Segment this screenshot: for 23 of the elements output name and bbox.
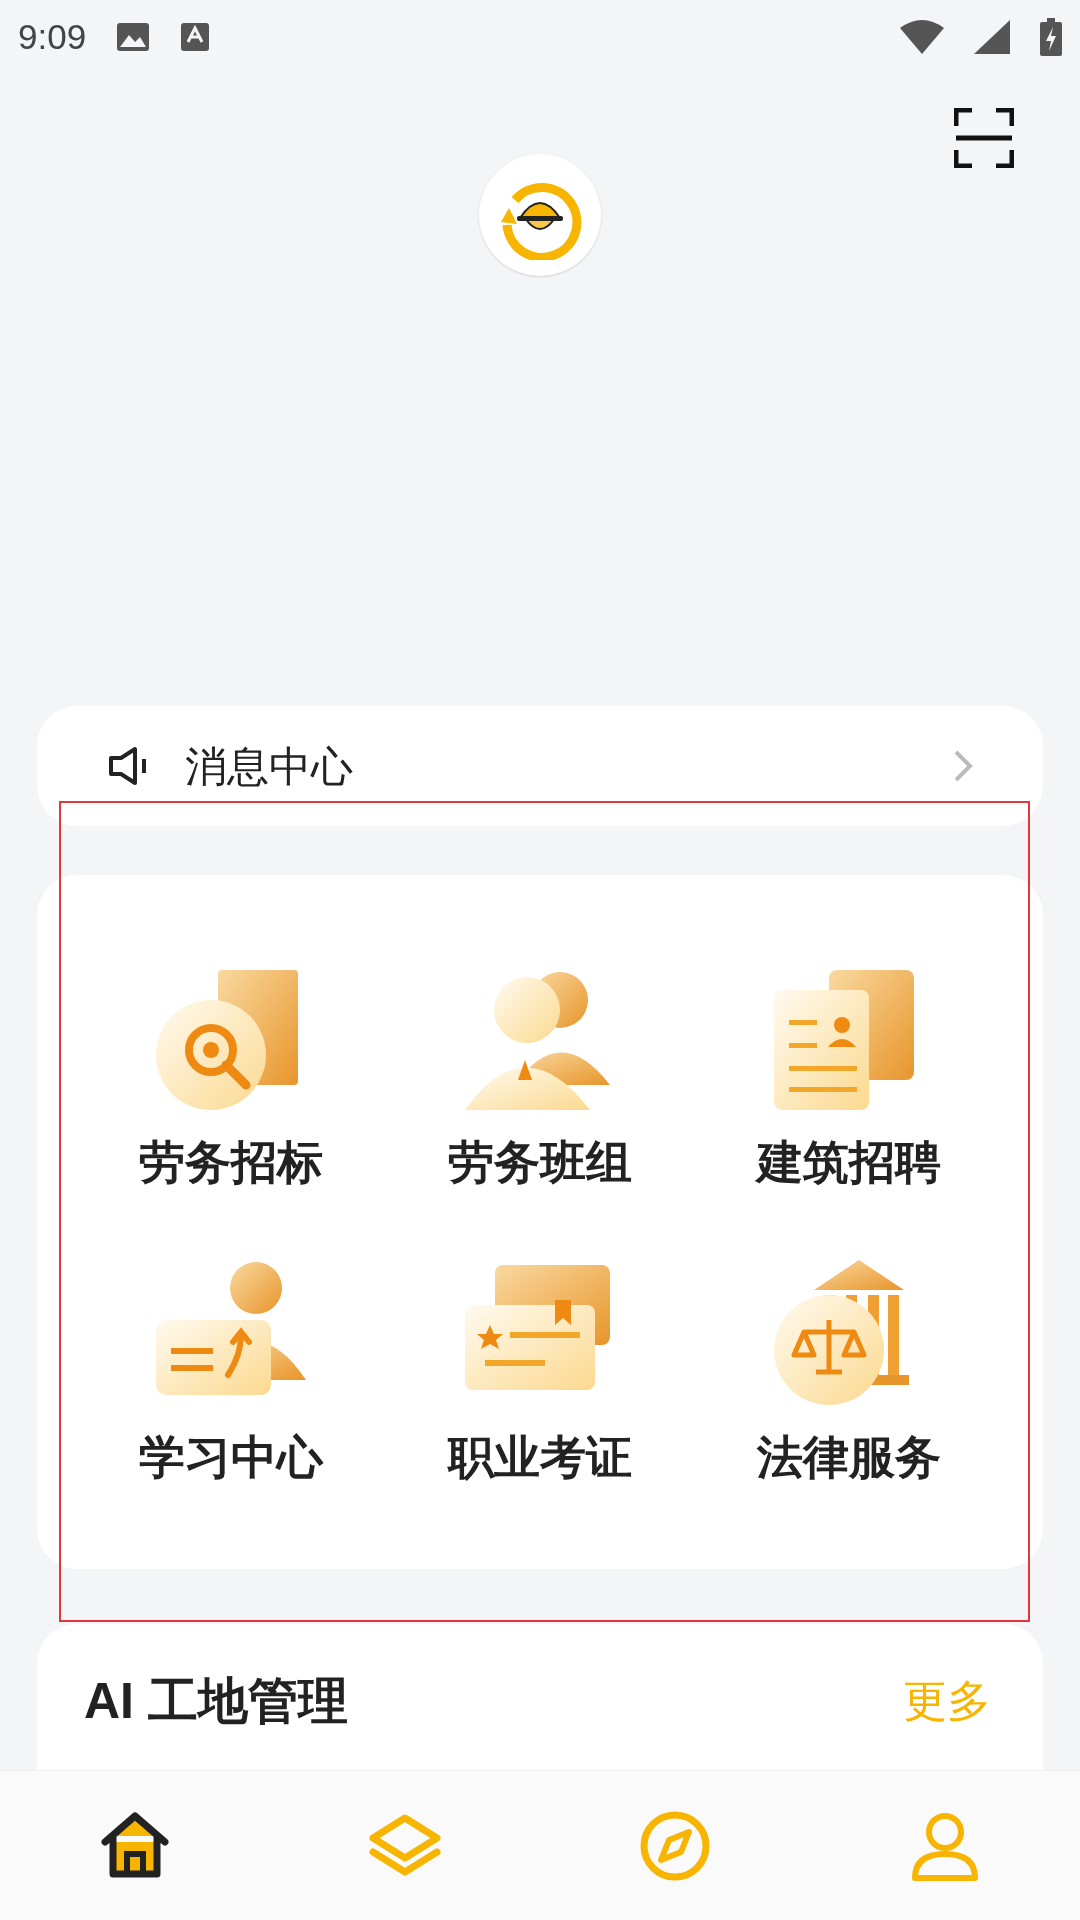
service-label: 法律服务 <box>756 1429 941 1485</box>
keyboard-icon <box>180 22 211 52</box>
service-label: 学习中心 <box>139 1429 324 1485</box>
chevron-right-icon <box>953 749 973 783</box>
service-item[interactable]: 职业考证 <box>385 1259 695 1509</box>
wifi-icon <box>900 20 944 54</box>
battery-icon <box>1040 18 1062 56</box>
service-item[interactable]: 劳务班组 <box>385 965 695 1215</box>
scan-icon[interactable] <box>954 108 1014 168</box>
status-time: 9:09 <box>18 15 87 58</box>
section-title: AI 工地管理 <box>84 1672 348 1731</box>
service-label: 职业考证 <box>448 1429 632 1485</box>
service-item[interactable]: 建筑招聘 <box>694 965 1003 1215</box>
service-item[interactable]: 法律服务 <box>694 1259 1003 1509</box>
service-label: 劳务招标 <box>139 1135 324 1190</box>
service-label: 劳务班组 <box>448 1135 632 1190</box>
service-item[interactable]: 劳务招标 <box>77 965 386 1215</box>
notice-label: 消息中心 <box>185 741 354 792</box>
service-label: 建筑招聘 <box>756 1135 941 1190</box>
signal-icon <box>974 20 1010 54</box>
notice-bar[interactable]: 消息中心 <box>37 706 1043 826</box>
image-icon <box>116 22 151 52</box>
service-item[interactable]: 学习中心 <box>77 1259 386 1509</box>
